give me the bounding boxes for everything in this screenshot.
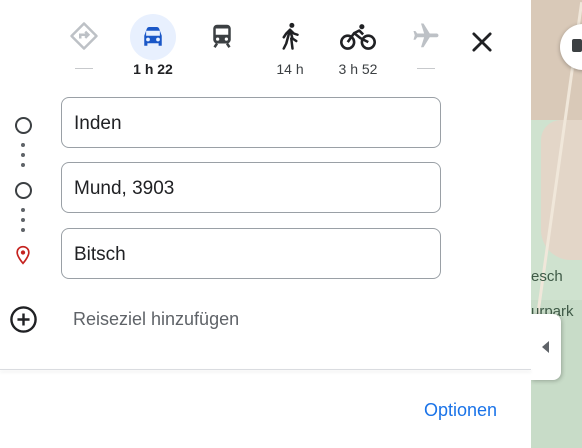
walking-icon — [282, 22, 299, 50]
collapse-panel-button[interactable] — [531, 314, 561, 380]
mode-car-duration: 1 h 22 — [133, 61, 173, 77]
mode-walk-duration: 14 h — [276, 61, 304, 77]
route-dots — [21, 208, 25, 238]
mode-transit[interactable] — [195, 12, 249, 58]
start-point-icon — [13, 115, 33, 135]
add-circle-icon[interactable] — [9, 305, 38, 334]
start-location-field[interactable]: Inden — [61, 97, 441, 148]
route-dots — [21, 143, 25, 173]
mode-walk[interactable]: 14 h — [263, 12, 317, 78]
options-button[interactable]: Optionen — [424, 400, 497, 421]
fuel-icon — [572, 39, 582, 52]
stop-location-field[interactable]: Mund, 3903 — [61, 162, 441, 213]
panel-divider — [0, 369, 531, 370]
mode-flight[interactable] — [399, 12, 453, 69]
directions-form: 1 h 22 14 h 3 h 52 Inden Mund, 3903 Bits… — [0, 0, 531, 369]
car-icon — [144, 27, 162, 46]
chevron-left-icon — [542, 341, 549, 353]
close-icon[interactable] — [468, 28, 496, 56]
bicycle-icon — [340, 24, 376, 50]
mode-bike-duration: 3 h 52 — [338, 61, 378, 77]
add-destination-link[interactable]: Reiseziel hinzufügen — [73, 309, 239, 330]
train-icon — [213, 24, 231, 48]
mode-bike[interactable]: 3 h 52 — [331, 12, 385, 78]
mode-flight-dash — [417, 68, 435, 69]
map-place-label: esch — [531, 268, 563, 285]
directions-panel: 1 h 22 14 h 3 h 52 Inden Mund, 3903 Bits… — [0, 0, 531, 448]
mode-best[interactable] — [57, 12, 111, 69]
mode-best-dash — [75, 68, 93, 69]
stop-point-icon — [13, 180, 33, 200]
route-diamond-icon — [70, 22, 98, 50]
destination-field[interactable]: Bitsch — [61, 228, 441, 279]
mode-car[interactable]: 1 h 22 — [126, 12, 180, 78]
destination-pin-icon — [16, 245, 30, 265]
airplane-icon — [413, 23, 439, 48]
